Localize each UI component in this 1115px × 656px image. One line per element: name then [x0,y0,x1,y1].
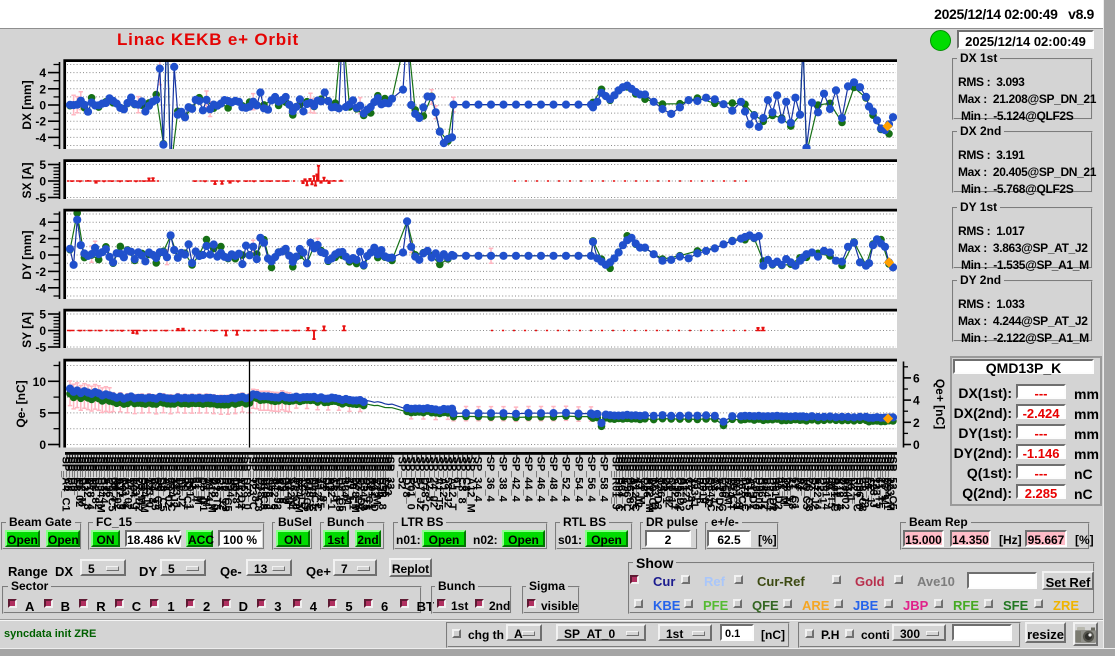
svg-text:2: 2 [39,82,46,96]
svg-text:SP_52_4: SP_52_4 [560,457,572,503]
svg-text:SP_54_4: SP_54_4 [572,457,584,503]
svg-text:5: 5 [39,158,46,172]
svg-text:SY [A]: SY [A] [20,312,34,348]
svg-text:4: 4 [39,66,46,80]
svg-text:0: 0 [39,249,46,263]
svg-text:SX [A]: SX [A] [20,162,34,198]
svg-text:6: 6 [913,371,920,385]
svg-text:SP_58_4: SP_58_4 [598,457,610,503]
svg-text:SP_46_4: SP_46_4 [535,457,547,503]
svg-text:SP_38_4: SP_38_4 [497,457,509,503]
svg-text:5: 5 [39,406,46,420]
svg-text:0: 0 [39,324,46,338]
svg-text:SP_52_C5: SP_52_C5 [887,457,899,510]
svg-text:DX [mm]: DX [mm] [20,80,34,129]
svg-text:SP_44_4: SP_44_4 [522,457,534,503]
svg-text:0: 0 [39,438,46,452]
svg-text:-2: -2 [35,115,46,129]
svg-text:0: 0 [39,99,46,113]
svg-text:0: 0 [39,175,46,189]
svg-text:-2: -2 [35,265,46,279]
svg-text:2: 2 [39,232,46,246]
svg-text:2: 2 [913,416,920,430]
svg-text:SP_48_4: SP_48_4 [547,457,559,503]
svg-text:SP_34_4: SP_34_4 [472,457,484,503]
svg-text:-4: -4 [35,281,46,295]
svg-text:5: 5 [39,308,46,322]
svg-text:4: 4 [39,216,46,230]
svg-text:0: 0 [913,438,920,452]
svg-text:4: 4 [913,394,920,408]
svg-text:Qe- [nC]: Qe- [nC] [14,380,28,427]
svg-text:-5: -5 [35,341,46,355]
svg-text:-5: -5 [35,191,46,205]
svg-text:-4: -4 [35,131,46,145]
svg-text:DY [mm]: DY [mm] [20,230,34,279]
svg-text:SP_42_4: SP_42_4 [509,457,521,503]
svg-text:SP_56_4: SP_56_4 [585,457,597,503]
svg-text:SP_36_4: SP_36_4 [484,457,496,503]
svg-text:Qe+ [nC]: Qe+ [nC] [933,379,947,429]
svg-text:10: 10 [33,375,47,389]
svg-text:SP_33: SP_33 [384,457,396,490]
